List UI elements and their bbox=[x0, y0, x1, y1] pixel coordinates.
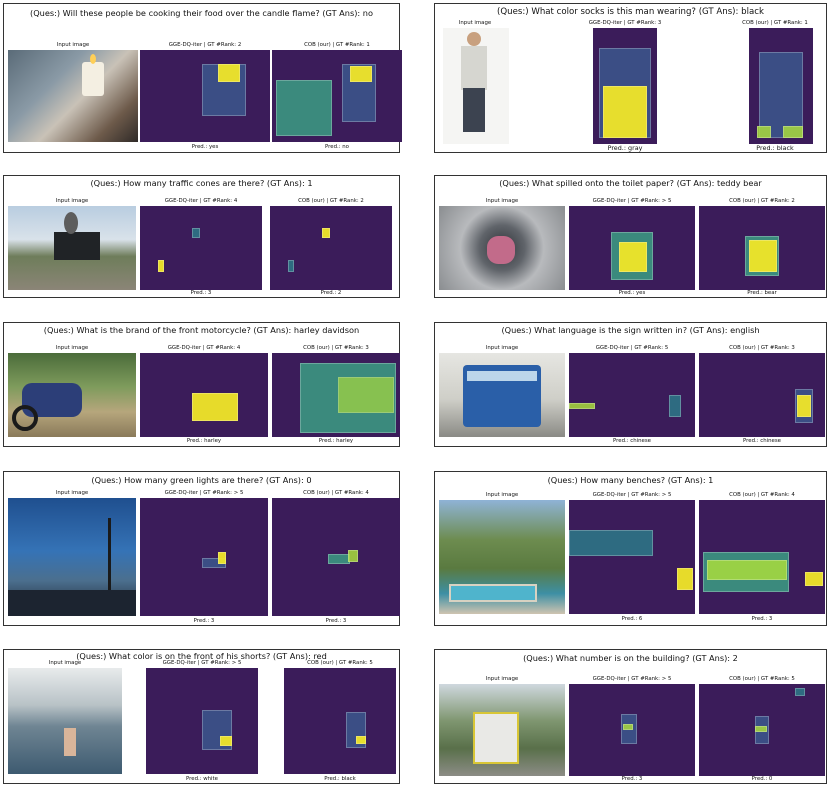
pred-ours: Pred.: black bbox=[756, 144, 794, 152]
col-label-ours: COB (our) | GT #Rank: 4 bbox=[303, 490, 369, 496]
heatmap-baseline bbox=[569, 206, 695, 290]
col-label-baseline: GGE-DQ-iter | GT #Rank: > 5 bbox=[164, 490, 244, 496]
pred-baseline: Pred.: 3 bbox=[621, 776, 643, 782]
pred-baseline: Pred.: white bbox=[186, 776, 218, 782]
heatmap-ours bbox=[699, 206, 825, 290]
question-text: (Ques:) Will these people be cooking the… bbox=[30, 8, 373, 18]
col-label-baseline: GGE-DQ-iter | GT #Rank: 4 bbox=[167, 345, 241, 351]
panel-shorts: (Ques:) What color is on the front of hi… bbox=[3, 649, 400, 784]
col-label-input: Input image bbox=[56, 42, 90, 48]
input-image bbox=[439, 353, 565, 437]
panel-cones: (Ques:) How many traffic cones are there… bbox=[3, 175, 400, 298]
panel-benches: (Ques:) How many benches? (GT Ans): 1 In… bbox=[434, 471, 827, 626]
heatmap-baseline bbox=[593, 28, 657, 144]
col-label-ours: COB (our) | GT #Rank: 1 bbox=[304, 42, 370, 48]
panel-sign: (Ques:) What language is the sign writte… bbox=[434, 322, 827, 447]
col-label-baseline: GGE-DQ-iter | GT #Rank: 3 bbox=[588, 20, 662, 26]
col-label-baseline: GGE-DQ-iter | GT #Rank: > 5 bbox=[162, 660, 242, 666]
panel-building: (Ques:) What number is on the building? … bbox=[434, 649, 827, 784]
panel-motorcycle: (Ques:) What is the brand of the front m… bbox=[3, 322, 400, 447]
question-text: (Ques:) What is the brand of the front m… bbox=[43, 325, 360, 335]
question-text: (Ques:) What spilled onto the toilet pap… bbox=[499, 178, 762, 188]
panel-toilet: (Ques:) What spilled onto the toilet pap… bbox=[434, 175, 827, 298]
pred-ours: Pred.: harley bbox=[318, 438, 354, 444]
input-image bbox=[8, 668, 122, 774]
heatmap-ours bbox=[699, 500, 825, 614]
heatmap-baseline bbox=[146, 668, 258, 774]
col-label-ours: COB (our) | GT #Rank: 5 bbox=[729, 676, 795, 682]
col-label-input: Input image bbox=[485, 198, 519, 204]
col-label-input: Input image bbox=[48, 660, 82, 666]
col-label-baseline: GGE-DQ-iter | GT #Rank: 4 bbox=[164, 198, 238, 204]
question-text: (Ques:) How many traffic cones are there… bbox=[90, 178, 313, 188]
heatmap-baseline bbox=[140, 498, 268, 616]
question-text: (Ques:) How many benches? (GT Ans): 1 bbox=[547, 475, 714, 485]
col-label-baseline: GGE-DQ-iter | GT #Rank: > 5 bbox=[592, 676, 672, 682]
pred-baseline: Pred.: gray bbox=[607, 144, 643, 152]
col-label-input: Input image bbox=[485, 492, 519, 498]
heatmap-ours bbox=[270, 206, 392, 290]
pred-ours: Pred.: no bbox=[325, 144, 349, 150]
pred-baseline: Pred.: 3 bbox=[190, 290, 212, 296]
question-text: (Ques:) How many green lights are there?… bbox=[91, 475, 312, 485]
heatmap-baseline bbox=[140, 50, 270, 142]
col-label-input: Input image bbox=[55, 490, 89, 496]
heatmap-ours bbox=[699, 353, 825, 437]
input-image bbox=[439, 684, 565, 776]
pred-ours: Pred.: bear bbox=[747, 290, 777, 296]
col-label-baseline: GGE-DQ-iter | GT #Rank: > 5 bbox=[592, 492, 672, 498]
pred-ours: Pred.: 3 bbox=[751, 616, 773, 622]
panel-socks: (Ques:) What color socks is this man wea… bbox=[434, 3, 827, 153]
heatmap-ours bbox=[272, 50, 402, 142]
col-label-ours: COB (our) | GT #Rank: 5 bbox=[307, 660, 373, 666]
heatmap-ours bbox=[272, 353, 400, 437]
col-label-ours: COB (our) | GT #Rank: 3 bbox=[729, 345, 795, 351]
question-text: (Ques:) What color socks is this man wea… bbox=[497, 7, 764, 17]
col-label-ours: COB (our) | GT #Rank: 2 bbox=[298, 198, 364, 204]
col-label-baseline: GGE-DQ-iter | GT #Rank: > 5 bbox=[592, 198, 672, 204]
col-label-ours: COB (our) | GT #Rank: 4 bbox=[729, 492, 795, 498]
input-image bbox=[8, 50, 138, 142]
heatmap-baseline bbox=[140, 353, 268, 437]
col-label-input: Input image bbox=[55, 345, 89, 351]
col-label-ours: COB (our) | GT #Rank: 2 bbox=[729, 198, 795, 204]
col-label-input: Input image bbox=[485, 345, 519, 351]
pred-baseline: Pred.: harley bbox=[186, 438, 222, 444]
input-image bbox=[443, 28, 509, 144]
heatmap-ours bbox=[284, 668, 396, 774]
col-label-input: Input image bbox=[485, 676, 519, 682]
heatmap-baseline bbox=[569, 500, 695, 614]
pred-baseline: Pred.: chinese bbox=[613, 438, 651, 444]
question-text: (Ques:) What language is the sign writte… bbox=[501, 325, 760, 335]
input-image bbox=[8, 353, 136, 437]
col-label-baseline: GGE-DQ-iter | GT #Rank: 5 bbox=[595, 345, 669, 351]
input-image bbox=[8, 498, 136, 616]
pred-ours: Pred.: 3 bbox=[325, 618, 347, 624]
pred-baseline: Pred.: 3 bbox=[193, 618, 215, 624]
col-label-ours: COB (our) | GT #Rank: 3 bbox=[303, 345, 369, 351]
pred-baseline: Pred.: yes bbox=[191, 144, 219, 150]
col-label-ours: COB (our) | GT #Rank: 1 bbox=[742, 20, 808, 26]
input-image bbox=[439, 206, 565, 290]
heatmap-ours bbox=[699, 684, 825, 776]
pred-ours: Pred.: 2 bbox=[320, 290, 342, 296]
pred-ours: Pred.: 0 bbox=[751, 776, 773, 782]
heatmap-ours bbox=[272, 498, 400, 616]
input-image bbox=[8, 206, 136, 290]
panel-candle: (Ques:) Will these people be cooking the… bbox=[3, 3, 402, 153]
pred-baseline: Pred.: 6 bbox=[621, 616, 643, 622]
pred-baseline: Pred.: yes bbox=[618, 290, 646, 296]
panel-green-lights: (Ques:) How many green lights are there?… bbox=[3, 471, 400, 626]
heatmap-ours bbox=[749, 28, 813, 144]
pred-ours: Pred.: chinese bbox=[743, 438, 781, 444]
col-label-input: Input image bbox=[458, 20, 492, 26]
heatmap-baseline bbox=[140, 206, 262, 290]
heatmap-baseline bbox=[569, 353, 695, 437]
question-text: (Ques:) What number is on the building? … bbox=[523, 653, 738, 663]
col-label-baseline: GGE-DQ-iter | GT #Rank: 2 bbox=[168, 42, 242, 48]
input-image bbox=[439, 500, 565, 614]
pred-ours: Pred.: black bbox=[324, 776, 356, 782]
heatmap-baseline bbox=[569, 684, 695, 776]
col-label-input: Input image bbox=[55, 198, 89, 204]
